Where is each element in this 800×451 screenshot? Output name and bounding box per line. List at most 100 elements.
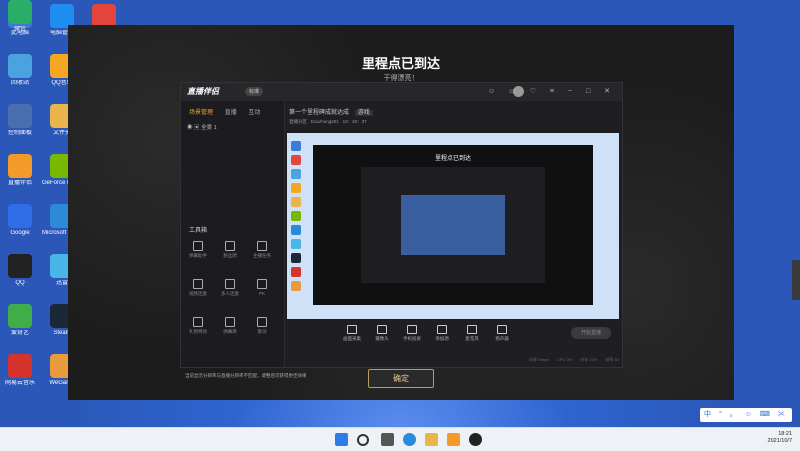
preview-nested-app: [361, 167, 545, 283]
bottom-tool[interactable]: 添加源: [427, 325, 457, 342]
tool-icon: [193, 317, 203, 327]
app-titlebar: 直播伴侣 标准 ☺ ▭ ♡ ≡ − □ ✕: [181, 83, 622, 101]
app-icon: [8, 254, 32, 278]
tool-icon: [225, 241, 235, 251]
stream-stats: 码率 0kbps CPU 3% 内存 23% 帧率 60: [529, 357, 619, 362]
bottom-tool-label: 扬声器: [495, 336, 509, 341]
preview-title: 里程点已到达: [434, 156, 471, 162]
desktop-icon-label: 控制面板: [7, 130, 32, 136]
tool-icon: [193, 241, 203, 251]
task-view-icon[interactable]: [381, 433, 394, 446]
stream-title-text: 第一个里程碑成就达成: [289, 110, 350, 116]
desktop-icon[interactable]: 微信: [0, 0, 40, 33]
preview-nested-screen: [401, 195, 505, 255]
side-handle[interactable]: [792, 260, 800, 300]
bottom-tool[interactable]: 画面采集: [337, 325, 367, 342]
tab-live[interactable]: 直播: [225, 110, 237, 116]
desktop-icon-label: 直播伴侣: [7, 180, 32, 186]
bottom-tool-icon: [497, 325, 507, 334]
clock-date: 2021/10/7: [767, 438, 792, 444]
meta-user: Douzhong201: [310, 119, 339, 124]
tool-item[interactable]: 礼物特效: [185, 317, 211, 335]
desktop-icon-label: QQ: [15, 280, 25, 286]
obs-icon[interactable]: [469, 433, 482, 446]
tool-label: 弹幕助手: [189, 253, 207, 258]
bottom-tool-icon: [437, 325, 447, 334]
file-explorer-icon[interactable]: [425, 433, 438, 446]
desktop-icon[interactable]: 控制面板: [0, 104, 40, 137]
tool-icon: [225, 317, 235, 327]
tab-scene[interactable]: 场景管理: [189, 110, 213, 116]
resolution-tip: 当前显示分辨率与直播分辨率不匹配，调整后可获得更佳效果: [185, 373, 307, 378]
bottom-tool-label: 摄像头: [375, 336, 389, 341]
tool-item[interactable]: 粉丝牌: [217, 241, 243, 259]
scene-item[interactable]: ◉ ▣ 全景 1: [187, 123, 217, 131]
app-logo: 直播伴侣: [187, 87, 219, 96]
bottom-tool-icon: [377, 325, 387, 334]
desktop-icon[interactable]: 网易云音乐: [0, 354, 40, 387]
tool-icon: [257, 317, 267, 327]
bottom-tool-label: 添加源: [435, 336, 449, 341]
bottom-tool-icon: [347, 325, 357, 334]
app-icon: [8, 0, 32, 24]
plan-badge[interactable]: 标准: [245, 87, 264, 96]
bottom-tool-label: 画面采集: [343, 336, 361, 341]
meta-time: 10：40：37: [342, 119, 367, 124]
tool-label: 弹幕库: [223, 329, 237, 334]
tool-item[interactable]: 主播任务: [249, 241, 275, 259]
desktop-icon[interactable]: QQ: [0, 254, 40, 287]
bottom-tool[interactable]: 扬声器: [487, 325, 517, 342]
desktop-icon-label: 微信: [13, 26, 26, 32]
desktop-icon[interactable]: 爱奇艺: [0, 304, 40, 337]
tool-label: 视频连麦: [189, 291, 207, 296]
tool-icon: [193, 279, 203, 289]
bottom-tool[interactable]: 摄像头: [367, 325, 397, 342]
desktop-icon-label: 爱奇艺: [10, 330, 29, 336]
preview-overlay: 里程点已到达: [313, 145, 593, 305]
tool-label: 歌词: [257, 329, 267, 334]
tool-item[interactable]: PK: [249, 279, 275, 296]
tool-icon: [225, 279, 235, 289]
desktop-icon[interactable]: 回收站: [0, 54, 40, 87]
tool-item[interactable]: 多人连麦: [217, 279, 243, 297]
stream-preview[interactable]: 里程点已到达: [287, 133, 619, 319]
ime-toolbar[interactable]: 中 ° 。 ☺ ⌨ ✂: [700, 408, 792, 422]
tool-label: 礼物特效: [189, 329, 207, 334]
bottom-tool-icon: [467, 325, 477, 334]
preview-desktop-icons: [291, 137, 311, 307]
tool-item[interactable]: 弹幕库: [217, 317, 243, 335]
app-icon: [8, 54, 32, 78]
tab-interact[interactable]: 互动: [248, 110, 260, 116]
scene-item-label: 全景 1: [201, 125, 217, 131]
tool-item[interactable]: 歌词: [249, 317, 275, 335]
search-icon[interactable]: [357, 434, 369, 446]
app-icon: [8, 154, 32, 178]
tools-label: 工具箱: [189, 228, 208, 234]
bottom-tool[interactable]: 麦克风: [457, 325, 487, 342]
tool-item[interactable]: 视频连麦: [185, 279, 211, 297]
desktop-icon-label: 网易云音乐: [4, 380, 35, 386]
milestone-overlay: 里程点已到达 干得漂亮！ 直播伴侣 标准 ☺ ▭ ♡ ≡ − □ ✕ 场景管理 …: [68, 25, 734, 400]
desktop-icon[interactable]: Google: [0, 204, 40, 237]
streaming-app-window: 直播伴侣 标准 ☺ ▭ ♡ ≡ − □ ✕ 场景管理 直播 互动 ◉ ▣ 全景 …: [180, 82, 623, 378]
window-controls[interactable]: ☺ ▭ ♡ ≡ − □ ✕: [488, 87, 616, 95]
taskbar: 18:21 2021/10/7: [0, 427, 800, 451]
system-tray[interactable]: 18:21 2021/10/7: [768, 431, 792, 445]
live-assistant-icon[interactable]: [447, 433, 460, 446]
meta-category: 直播分区: [289, 119, 307, 124]
desktop-icon[interactable]: 直播伴侣: [0, 154, 40, 187]
tool-label: PK: [258, 291, 265, 296]
stream-meta: 直播分区 Douzhong201 10：40：37: [289, 119, 367, 125]
start-icon[interactable]: [335, 433, 348, 446]
ok-button[interactable]: 确定: [368, 369, 434, 388]
stream-tag[interactable]: 游戏: [354, 110, 373, 116]
start-live-button[interactable]: 开始直播: [571, 327, 611, 339]
left-tabs[interactable]: 场景管理 直播 互动: [189, 107, 270, 116]
app-icon: [8, 304, 32, 328]
bottom-tool[interactable]: 手机投屏: [397, 325, 427, 342]
tool-item[interactable]: 弹幕助手: [185, 241, 211, 259]
stream-title[interactable]: 第一个里程碑成就达成 游戏: [289, 107, 373, 116]
bottom-tool-label: 麦克风: [465, 336, 479, 341]
bottom-tool-icon: [407, 325, 417, 334]
edge-icon[interactable]: [403, 433, 416, 446]
